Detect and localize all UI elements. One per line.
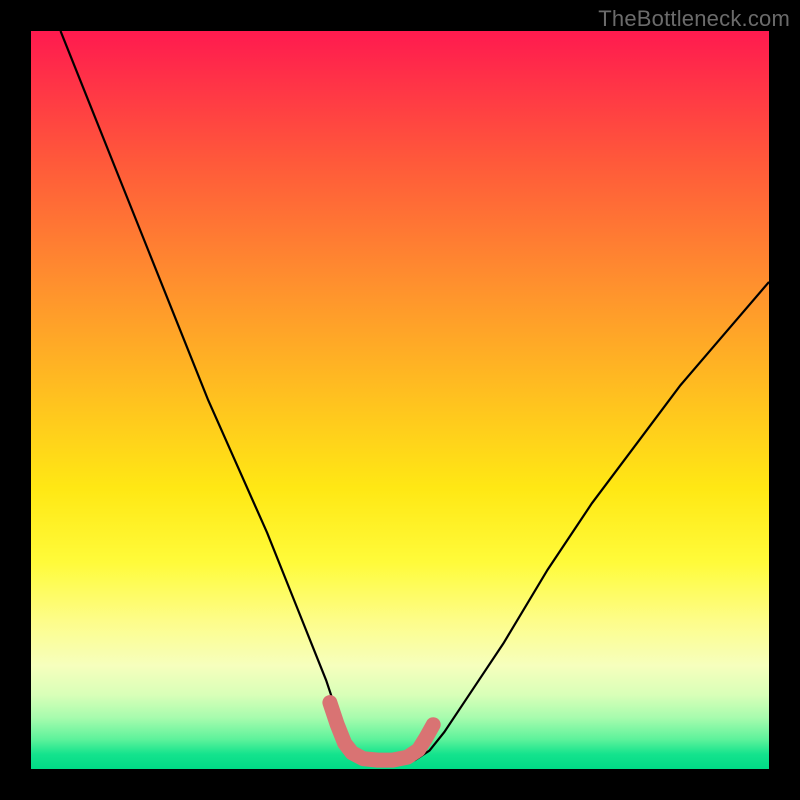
series-markers <box>330 703 433 761</box>
series-curve <box>61 31 769 762</box>
chart-svg <box>31 31 769 769</box>
chart-frame: TheBottleneck.com <box>0 0 800 800</box>
watermark-text: TheBottleneck.com <box>598 6 790 32</box>
plot-area <box>31 31 769 769</box>
